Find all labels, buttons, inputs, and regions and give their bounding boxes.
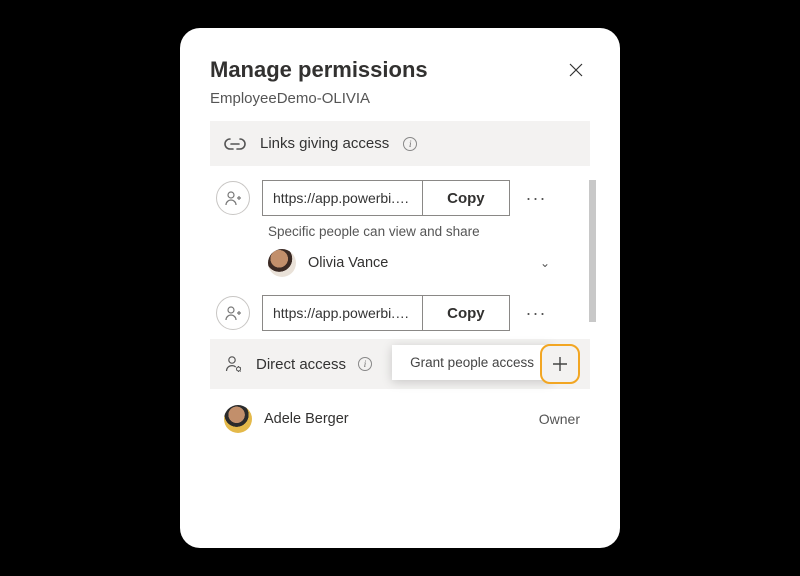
person-name: Adele Berger bbox=[264, 411, 349, 427]
info-icon[interactable]: i bbox=[358, 357, 372, 371]
avatar bbox=[224, 405, 252, 433]
people-add-icon bbox=[216, 181, 250, 215]
panel-header: Manage permissions bbox=[180, 56, 620, 90]
link-more-button[interactable]: ··· bbox=[522, 303, 550, 324]
grant-access-button[interactable] bbox=[540, 344, 580, 384]
copy-button[interactable]: Copy bbox=[422, 181, 509, 215]
close-icon bbox=[569, 63, 583, 77]
info-icon[interactable]: i bbox=[403, 137, 417, 151]
links-section-label: Links giving access bbox=[260, 135, 389, 152]
scrollbar[interactable] bbox=[589, 180, 596, 322]
person-role: Owner bbox=[539, 411, 580, 427]
manage-permissions-panel: Manage permissions EmployeeDemo-OLIVIA L… bbox=[180, 28, 620, 548]
copy-button[interactable]: Copy bbox=[422, 296, 509, 330]
direct-access-header[interactable]: Direct access i Grant people access bbox=[210, 339, 590, 389]
panel-subtitle: EmployeeDemo-OLIVIA bbox=[180, 90, 620, 121]
link-person-row[interactable]: Olivia Vance ⌄ bbox=[210, 249, 590, 277]
avatar bbox=[268, 249, 296, 277]
link-icon bbox=[224, 137, 246, 151]
close-button[interactable] bbox=[562, 56, 590, 84]
person-name: Olivia Vance bbox=[308, 255, 388, 271]
people-add-icon bbox=[216, 296, 250, 330]
grant-access-tooltip: Grant people access bbox=[392, 345, 552, 380]
link-item: https://app.powerbi.c… Copy ··· bbox=[210, 295, 590, 331]
direct-person-row[interactable]: Adele Berger Owner bbox=[180, 405, 620, 433]
link-description: Specific people can view and share bbox=[210, 224, 590, 239]
chevron-down-icon: ⌄ bbox=[540, 256, 550, 270]
url-copy-group: https://app.powerbi.c… Copy bbox=[262, 180, 510, 216]
links-list: https://app.powerbi.c… Copy ··· Specific… bbox=[180, 180, 620, 331]
direct-access-label: Direct access bbox=[256, 356, 346, 373]
share-url-input[interactable]: https://app.powerbi.c… bbox=[263, 296, 422, 330]
url-copy-group: https://app.powerbi.c… Copy bbox=[262, 295, 510, 331]
link-more-button[interactable]: ··· bbox=[522, 188, 550, 209]
person-gear-icon bbox=[224, 354, 244, 374]
links-section-header[interactable]: Links giving access i bbox=[210, 121, 590, 166]
plus-icon bbox=[552, 356, 568, 372]
panel-title: Manage permissions bbox=[210, 57, 428, 83]
share-url-input[interactable]: https://app.powerbi.c… bbox=[263, 181, 422, 215]
link-item: https://app.powerbi.c… Copy ··· bbox=[210, 180, 590, 216]
